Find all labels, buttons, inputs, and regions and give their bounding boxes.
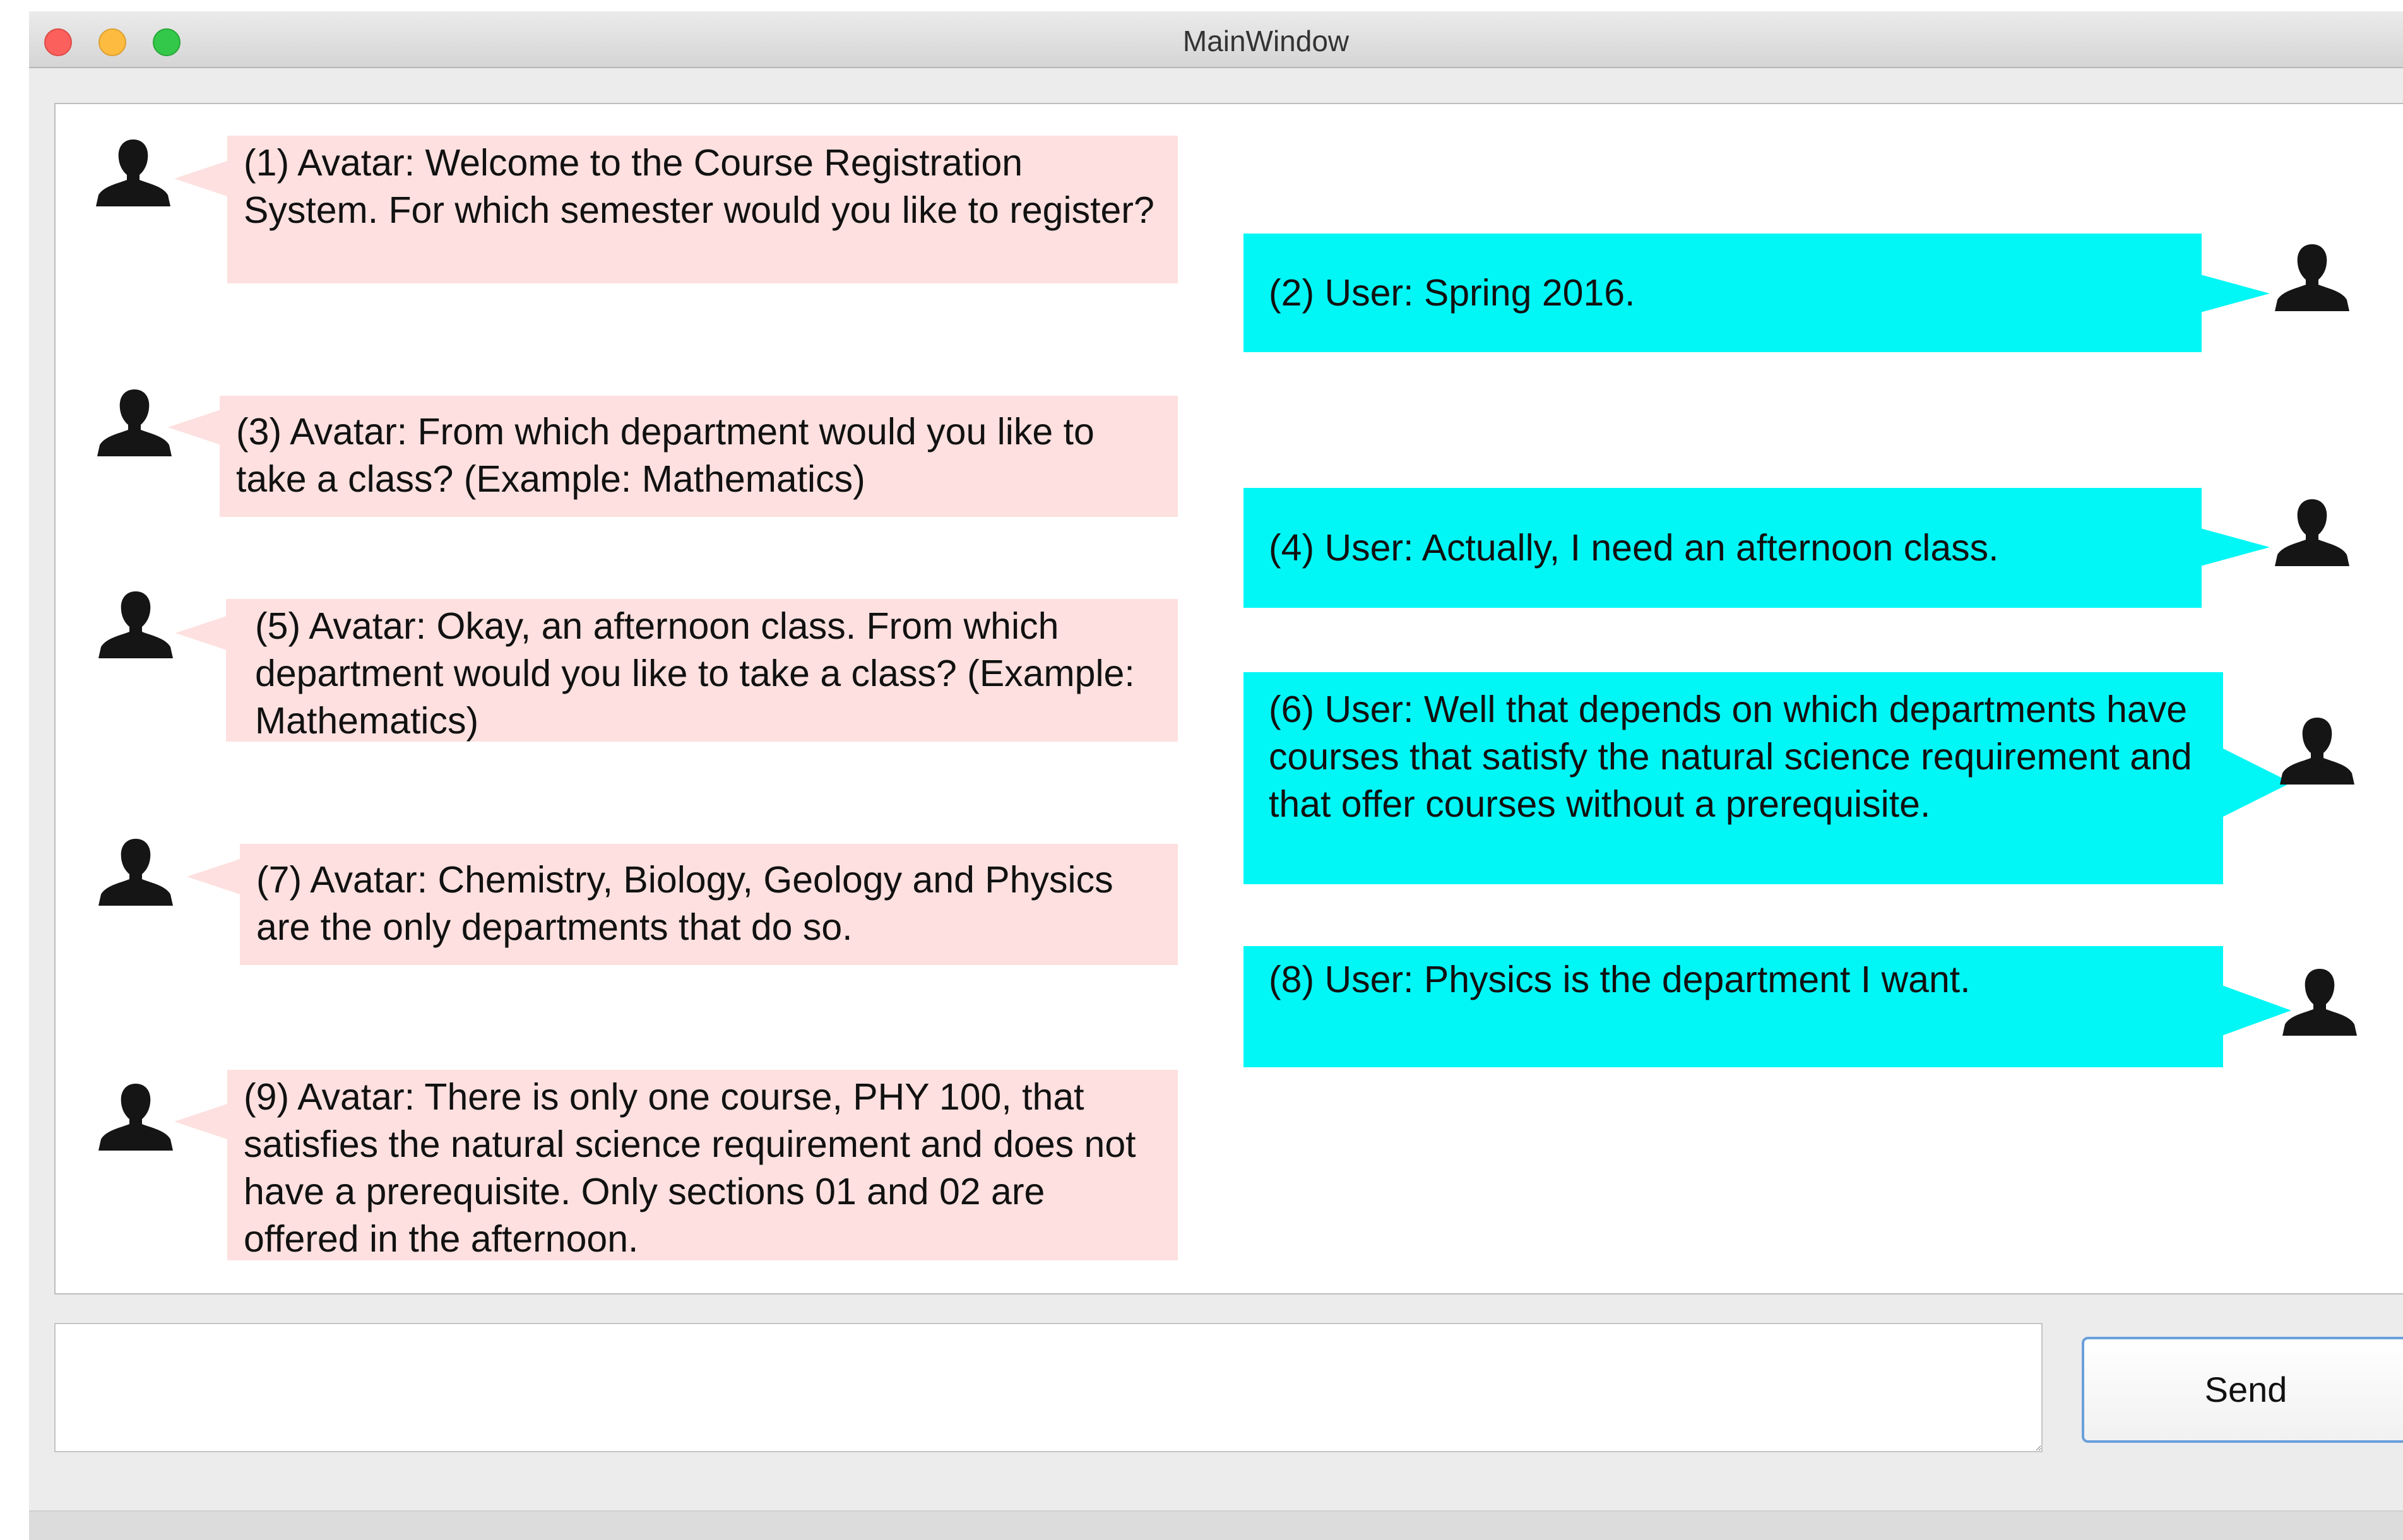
avatar-person-icon	[97, 389, 172, 456]
avatar-message-bubble: (3) Avatar: From which department would …	[220, 396, 1178, 517]
avatar-bubble-tail	[168, 408, 225, 446]
message-input[interactable]	[54, 1323, 2043, 1452]
avatar-person-icon	[98, 839, 173, 906]
avatar-message-bubble: (1) Avatar: Welcome to the Course Regist…	[227, 136, 1178, 283]
user-person-icon	[2275, 244, 2349, 311]
user-message-bubble: (2) User: Spring 2016.	[1243, 234, 2202, 352]
user-bubble-tail	[2200, 528, 2270, 566]
avatar-person-icon	[98, 1084, 173, 1151]
avatar-person-icon	[96, 139, 170, 206]
user-message-bubble: (4) User: Actually, I need an afternoon …	[1243, 488, 2202, 608]
user-person-icon	[2282, 969, 2357, 1036]
user-person-icon	[2280, 718, 2354, 785]
user-message-bubble: (6) User: Well that depends on which dep…	[1243, 672, 2223, 884]
user-person-icon	[2275, 499, 2349, 566]
avatar-message-bubble: (5) Avatar: Okay, an afternoon class. Fr…	[226, 599, 1178, 742]
avatar-message-bubble: (7) Avatar: Chemistry, Biology, Geology …	[240, 844, 1178, 965]
avatar-person-icon	[98, 591, 173, 658]
title-bar: MainWindow	[29, 11, 2403, 68]
window-title: MainWindow	[1182, 25, 1350, 57]
avatar-bubble-tail	[187, 858, 244, 896]
main-window: MainWindow (1) Avatar: Welcome to the Co…	[29, 11, 2403, 1540]
avatar-bubble-tail	[174, 160, 231, 198]
avatar-bubble-tail	[174, 1103, 231, 1140]
status-bar	[29, 1512, 2403, 1540]
chat-log[interactable]: (1) Avatar: Welcome to the Course Regist…	[54, 103, 2403, 1294]
user-message-bubble: (8) User: Physics is the department I wa…	[1243, 946, 2223, 1067]
avatar-bubble-tail	[175, 614, 232, 652]
send-button[interactable]: Send	[2082, 1337, 2403, 1443]
user-bubble-tail	[2200, 275, 2270, 312]
avatar-message-bubble: (9) Avatar: There is only one course, PH…	[227, 1070, 1178, 1260]
